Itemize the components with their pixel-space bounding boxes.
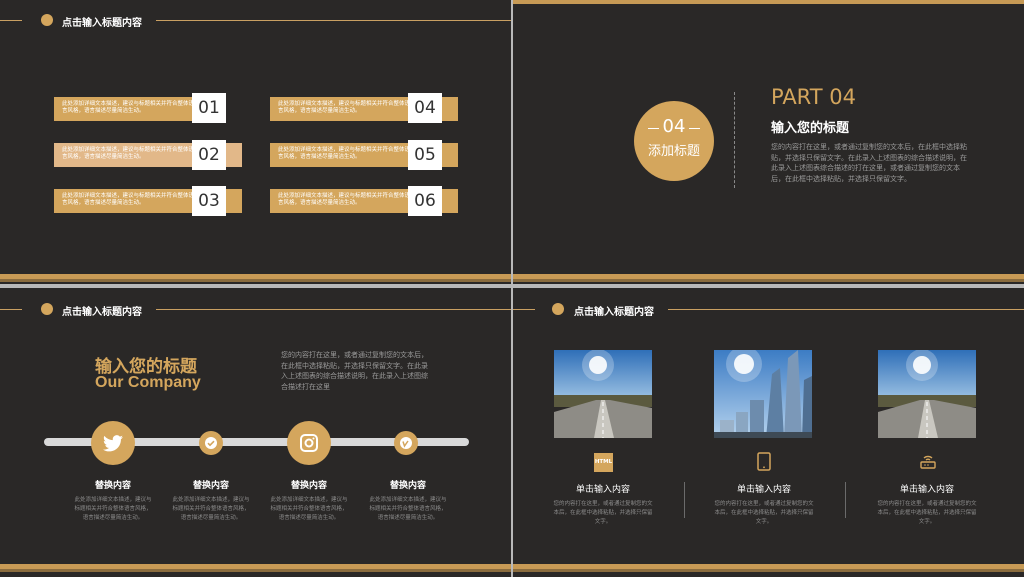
node-desc: 此处添加详细文本描述，建议与标题相关并符合整体语言风格，语言描述尽量简洁生动。 xyxy=(74,497,152,521)
header-line-left xyxy=(0,20,22,21)
header-line-left xyxy=(513,309,535,310)
circle-label: 添加标题 xyxy=(647,144,700,159)
header-line xyxy=(156,309,511,310)
column-title: 单击输入内容 xyxy=(575,485,630,495)
header-line xyxy=(156,20,511,21)
list-item-text: 此处添加详细文本描述，建议与标题相关并符合整体语言风格，语言描述尽量简洁生动。 xyxy=(278,101,411,114)
tablet-icon xyxy=(757,452,771,475)
bottom-bar-shadow xyxy=(0,569,511,572)
header-line xyxy=(668,309,1024,310)
node-title: 替换内容 xyxy=(192,481,229,491)
column-divider xyxy=(684,482,685,518)
slide-section-part: 04 添加标题 PART 04 输入您的标题 您的内容打在这里，或者通过复制您的… xyxy=(513,0,1024,284)
city-photo xyxy=(714,350,812,438)
circle-number: 04 xyxy=(662,116,686,137)
title-en: Our Company xyxy=(95,374,201,391)
road-photo xyxy=(554,350,652,438)
section-title: 输入您的标题 xyxy=(771,121,850,136)
bottom-bar-shadow xyxy=(513,279,1024,282)
slide-three-columns: 点击输入标题内容 HTML 单击输入内容 您的内容打在这里，或者通过复制您的文本… xyxy=(513,288,1024,577)
bottom-bar-shadow xyxy=(0,279,511,282)
list-item-number: 05 xyxy=(408,140,442,170)
list-item-text: 此处添加详细文本描述，建议与标题相关并符合整体语言风格，语言描述尽量简洁生动。 xyxy=(278,147,411,160)
list-item-text: 此处添加详细文本描述，建议与标题相关并符合整体语言风格，语言描述尽量简洁生动。 xyxy=(278,193,411,206)
list-item-band: 此处添加详细文本描述，建议与标题相关并符合整体语言风格，语言描述尽量简洁生动。 xyxy=(54,97,198,121)
node-desc: 此处添加详细文本描述，建议与标题相关并符合整体语言风格，语言描述尽量简洁生动。 xyxy=(270,497,348,521)
bottom-bar-shadow xyxy=(513,569,1024,572)
section-body: 您的内容打在这里，或者通过复制您的文本后，在此框中选择粘贴，并选择只保留文字。在… xyxy=(771,143,967,183)
column-title: 单击输入内容 xyxy=(899,485,954,495)
column-title: 单击输入内容 xyxy=(736,485,791,495)
column-desc: 您的内容打在这里，或者通过复制您的文本后，在此框中选择粘贴，并选择只保留文字。 xyxy=(877,501,977,525)
node-desc: 此处添加详细文本描述，建议与标题相关并符合整体语言风格，语言描述尽量简洁生动。 xyxy=(172,497,250,521)
header-title: 点击输入标题内容 xyxy=(62,18,142,29)
header-dot xyxy=(41,303,53,315)
header-title: 点击输入标题内容 xyxy=(574,307,654,318)
intro-body: 您的内容打在这里，或者通过复制您的文本后，在此框中选择粘贴，并选择只保留文字。在… xyxy=(281,351,428,391)
node-title: 替换内容 xyxy=(389,481,426,491)
node-desc: 此处添加详细文本描述，建议与标题相关并符合整体语言风格，语言描述尽量简洁生动。 xyxy=(369,497,447,521)
router-icon xyxy=(919,452,937,474)
html-icon-text: HTML xyxy=(594,459,613,465)
check-icon xyxy=(199,431,223,455)
column-desc: 您的内容打在这里，或者通过复制您的文本后，在此框中选择粘贴，并选择只保留文字。 xyxy=(553,501,653,525)
top-bar xyxy=(513,0,1024,4)
list-item-number: 04 xyxy=(408,93,442,123)
html-icon: HTML xyxy=(594,453,613,472)
header-title: 点击输入标题内容 xyxy=(62,307,142,318)
header-dot xyxy=(41,14,53,26)
instagram-icon xyxy=(287,421,331,465)
node-title: 替换内容 xyxy=(290,481,327,491)
vertical-dashed-divider xyxy=(734,92,735,188)
slide-timeline: 点击输入标题内容 输入您的标题 Our Company 您的内容打在这里，或者通… xyxy=(0,288,511,577)
node-title: 替换内容 xyxy=(94,481,131,491)
list-item-number: 02 xyxy=(192,140,226,170)
column-divider xyxy=(845,482,846,518)
part-label: PART 04 xyxy=(771,85,856,109)
vimeo-icon xyxy=(394,431,418,455)
slide-numbered-list: 点击输入标题内容 此处添加详细文本描述，建议与标题相关并符合整体语言风格，语言描… xyxy=(0,0,511,284)
header-line-left xyxy=(0,309,22,310)
twitter-icon xyxy=(91,421,135,465)
list-item-text: 此处添加详细文本描述，建议与标题相关并符合整体语言风格，语言描述尽量简洁生动。 xyxy=(62,101,195,114)
list-item-number: 03 xyxy=(192,186,226,216)
list-item-number: 01 xyxy=(192,93,226,123)
list-item-number: 06 xyxy=(408,186,442,216)
column-desc: 您的内容打在这里，或者通过复制您的文本后，在此框中选择粘贴，并选择只保留文字。 xyxy=(714,501,814,525)
header-dot xyxy=(552,303,564,315)
list-item-text: 此处添加详细文本描述，建议与标题相关并符合整体语言风格，语言描述尽量简洁生动。 xyxy=(62,147,195,160)
list-item-text: 此处添加详细文本描述，建议与标题相关并符合整体语言风格，语言描述尽量简洁生动。 xyxy=(62,193,195,206)
road-photo xyxy=(878,350,976,438)
